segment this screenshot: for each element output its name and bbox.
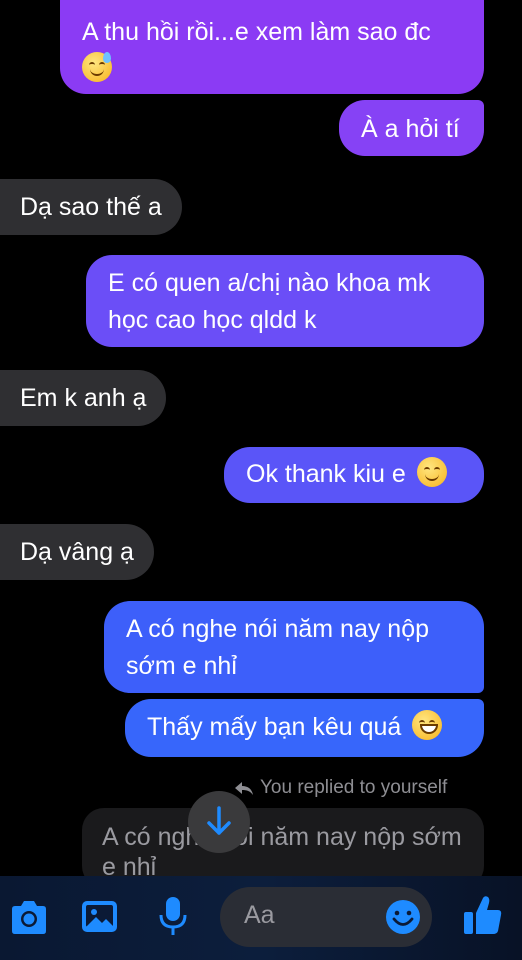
message-incoming[interactable]: Em k anh ạ	[0, 370, 167, 426]
photo-icon[interactable]	[80, 899, 120, 935]
message-incoming[interactable]: Dạ sao thế a	[0, 179, 182, 235]
message-text: E có quen a/chị nào khoa mk học cao học …	[108, 269, 431, 334]
grinning-emoji	[412, 710, 443, 740]
message-incoming[interactable]: Dạ vâng ạ	[0, 524, 154, 580]
message-composer[interactable]	[220, 887, 432, 947]
message-text: Dạ sao thế a	[20, 193, 162, 221]
message-text: Thấy mấy bạn kêu quá	[147, 713, 402, 741]
message-text: Dạ vâng ạ	[20, 538, 134, 566]
emoji-icon[interactable]	[384, 898, 422, 936]
microphone-icon[interactable]	[158, 895, 188, 937]
camera-icon[interactable]	[8, 898, 50, 938]
message-text: À a hỏi tí	[361, 115, 460, 143]
message-text: A thu hồi rồi...e xem làm sao đc	[82, 18, 431, 46]
message-text: Em k anh ạ	[20, 384, 147, 412]
message-outgoing[interactable]: À a hỏi tí	[339, 100, 484, 156]
message-input[interactable]	[244, 901, 394, 930]
message-outgoing[interactable]: E có quen a/chị nào khoa mk học cao học …	[86, 255, 484, 347]
reply-label: You replied to yourself	[260, 777, 448, 798]
message-outgoing[interactable]: Ok thank kiu e	[224, 447, 484, 503]
message-text: Ok thank kiu e	[246, 460, 406, 488]
quoted-text: A có nghe nói năm nay nộp sớm e nhỉ	[102, 823, 462, 881]
scroll-to-bottom-button[interactable]	[188, 791, 250, 853]
thumbs-up-icon[interactable]	[462, 894, 504, 938]
message-outgoing[interactable]: A có nghe nói năm nay nộp sớm e nhỉ	[104, 601, 484, 693]
grinning-sweat-emoji	[82, 52, 112, 82]
message-outgoing[interactable]: Thấy mấy bạn kêu quá	[125, 699, 484, 757]
arrow-down-icon	[207, 806, 231, 835]
smiling-emoji	[416, 457, 447, 487]
message-text: A có nghe nói năm nay nộp sớm e nhỉ	[126, 615, 430, 680]
message-outgoing[interactable]: A thu hồi rồi...e xem làm sao đc	[60, 0, 484, 94]
